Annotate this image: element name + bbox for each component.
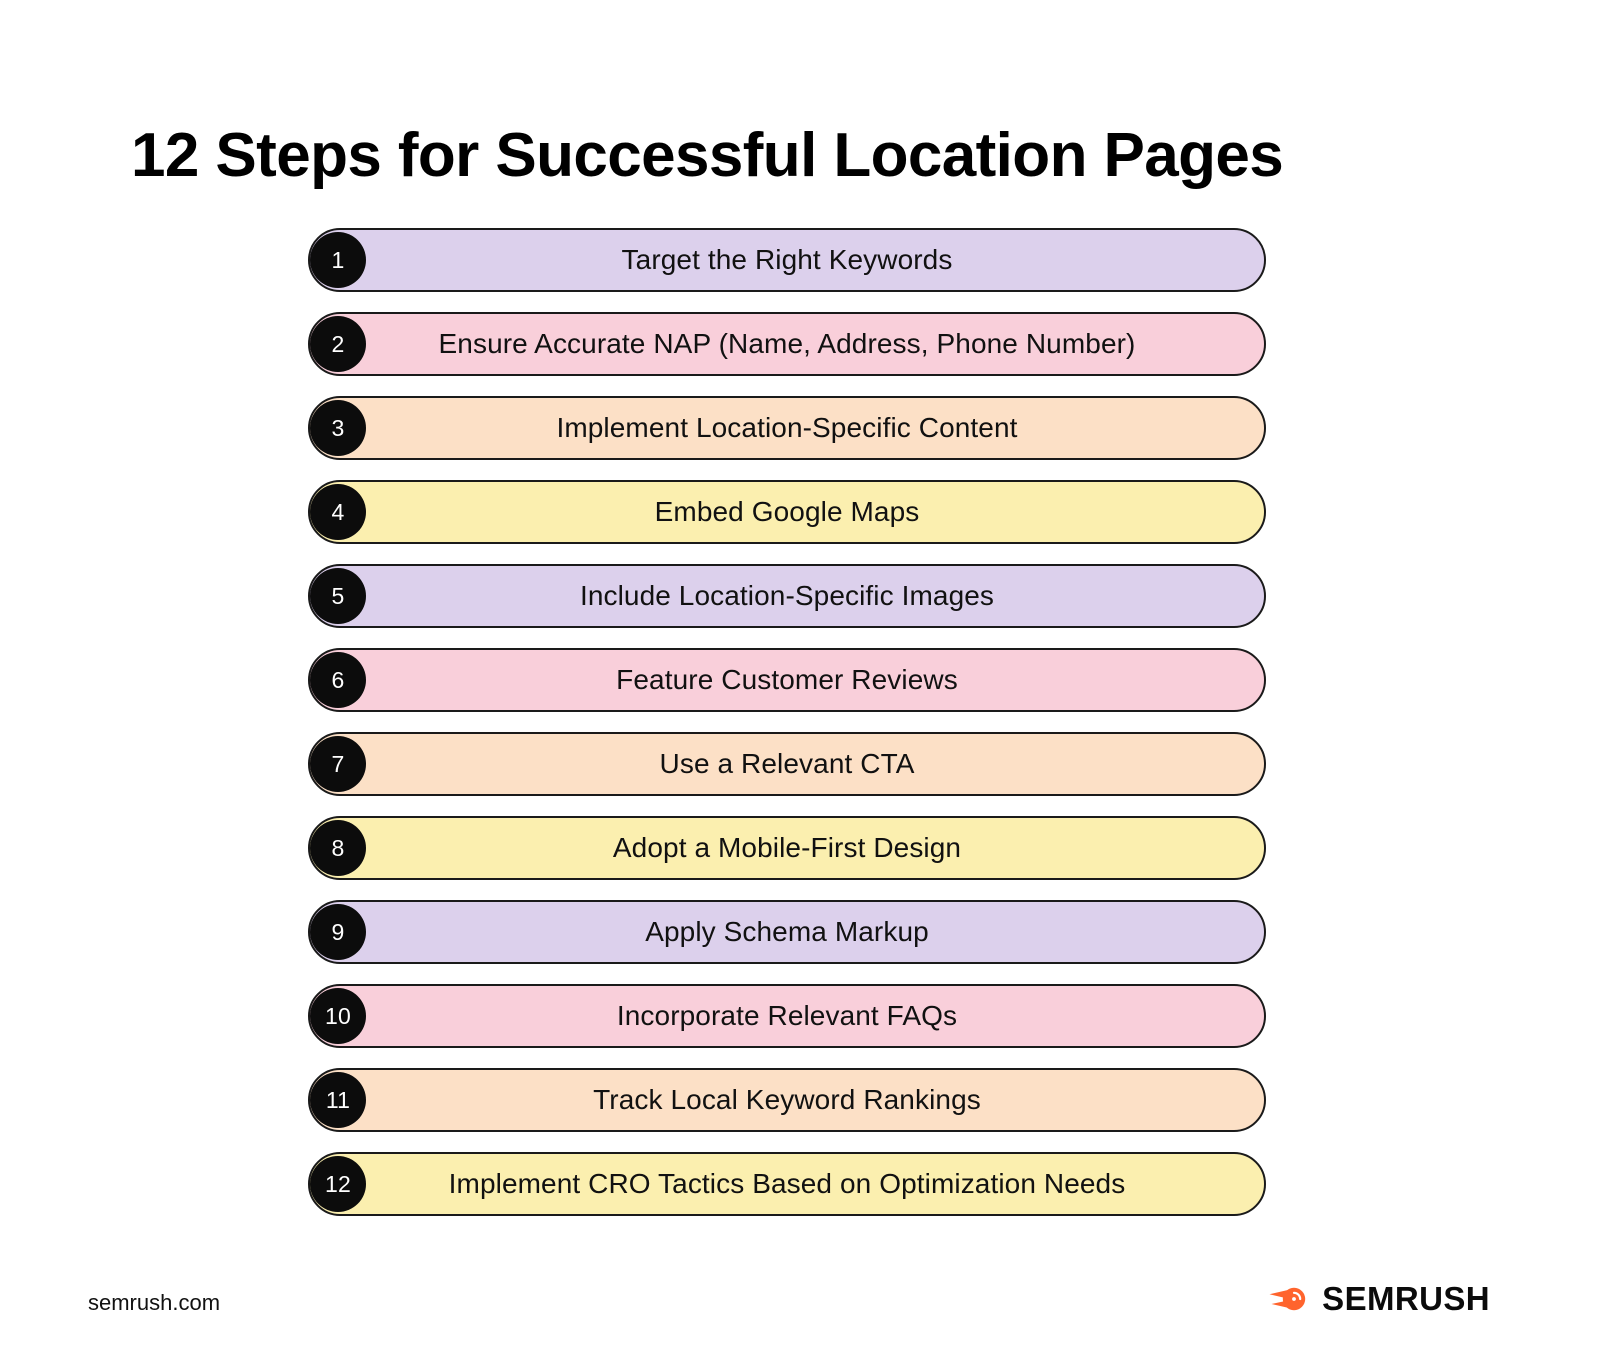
semrush-comet-icon	[1269, 1287, 1306, 1311]
step-row: Use a Relevant CTA 7	[308, 732, 1266, 796]
step-number: 1	[331, 246, 345, 273]
step-number-badge: 2	[310, 316, 366, 372]
step-label: Ensure Accurate NAP (Name, Address, Phon…	[438, 328, 1136, 359]
step-number: 5	[331, 582, 345, 609]
semrush-wordmark: SEMRUSH	[1322, 1280, 1490, 1317]
step-number-badge: 10	[310, 988, 366, 1044]
step-number-badge: 3	[310, 400, 366, 456]
step-number-badge: 7	[310, 736, 366, 792]
step-row: Implement CRO Tactics Based on Optimizat…	[308, 1152, 1266, 1216]
step-number-badge: 6	[310, 652, 366, 708]
step-number: 11	[325, 1086, 351, 1113]
step-pill-12[interactable]: Implement CRO Tactics Based on Optimizat…	[308, 1152, 1266, 1216]
step-pill-9[interactable]: Apply Schema Markup	[308, 900, 1266, 964]
steps-list: Target the Right Keywords 1 Ensure Accurat…	[308, 228, 1266, 1236]
step-number: 12	[325, 1170, 351, 1197]
step-label: Target the Right Keywords	[621, 244, 953, 275]
step-row: Target the Right Keywords 1	[308, 228, 1266, 292]
step-number: 3	[331, 414, 345, 441]
page-title: 12 Steps for Successful Location Pages	[131, 120, 1284, 190]
step-label: Track Local Keyword Rankings	[593, 1084, 981, 1115]
step-label: Include Location-Specific Images	[579, 580, 995, 611]
step-number-badge: 4	[310, 484, 366, 540]
step-pill-10[interactable]: Incorporate Relevant FAQs	[308, 984, 1266, 1048]
step-number-badge: 1	[310, 232, 366, 288]
step-number: 6	[331, 666, 345, 693]
step-label: Adopt a Mobile-First Design	[612, 832, 962, 863]
step-pill-4[interactable]: Embed Google Maps	[308, 480, 1266, 544]
step-row: Feature Customer Reviews 6	[308, 648, 1266, 712]
step-number-badge: 11	[310, 1072, 366, 1128]
step-row: Ensure Accurate NAP (Name, Address, Phon…	[308, 312, 1266, 376]
step-label: Implement CRO Tactics Based on Optimizat…	[448, 1168, 1126, 1199]
step-pill-11[interactable]: Track Local Keyword Rankings	[308, 1068, 1266, 1132]
step-row: Apply Schema Markup 9	[308, 900, 1266, 964]
step-number-badge: 5	[310, 568, 366, 624]
semrush-logo: SEMRUSH	[1269, 1282, 1490, 1316]
step-number-badge: 12	[310, 1156, 366, 1212]
step-pill-7[interactable]: Use a Relevant CTA	[308, 732, 1266, 796]
step-row: Track Local Keyword Rankings 11	[308, 1068, 1266, 1132]
step-pill-3[interactable]: Implement Location-Specific Content	[308, 396, 1266, 460]
step-row: Embed Google Maps 4	[308, 480, 1266, 544]
step-pill-5[interactable]: Include Location-Specific Images	[308, 564, 1266, 628]
step-number: 4	[331, 498, 345, 525]
step-label: Use a Relevant CTA	[659, 748, 915, 779]
step-number: 7	[331, 750, 345, 777]
step-pill-1[interactable]: Target the Right Keywords	[308, 228, 1266, 292]
step-number: 10	[325, 1002, 351, 1029]
step-label: Implement Location-Specific Content	[556, 412, 1018, 443]
step-pill-8[interactable]: Adopt a Mobile-First Design	[308, 816, 1266, 880]
step-number-badge: 9	[310, 904, 366, 960]
step-pill-2[interactable]: Ensure Accurate NAP (Name, Address, Phon…	[308, 312, 1266, 376]
step-row: Include Location-Specific Images 5	[308, 564, 1266, 628]
footer-url: semrush.com	[88, 1290, 221, 1315]
step-row: Incorporate Relevant FAQs 10	[308, 984, 1266, 1048]
step-label: Incorporate Relevant FAQs	[616, 1000, 958, 1031]
step-row: Implement Location-Specific Content 3	[308, 396, 1266, 460]
step-label: Apply Schema Markup	[645, 916, 929, 947]
step-number: 2	[331, 330, 345, 357]
step-number: 8	[331, 834, 345, 861]
infographic-canvas: 12 Steps for Successful Location Pages T…	[0, 0, 1600, 1372]
step-row: Adopt a Mobile-First Design 8	[308, 816, 1266, 880]
step-label: Feature Customer Reviews	[616, 664, 958, 695]
step-pill-6[interactable]: Feature Customer Reviews	[308, 648, 1266, 712]
step-number-badge: 8	[310, 820, 366, 876]
step-number: 9	[331, 918, 345, 945]
step-label: Embed Google Maps	[654, 496, 920, 527]
